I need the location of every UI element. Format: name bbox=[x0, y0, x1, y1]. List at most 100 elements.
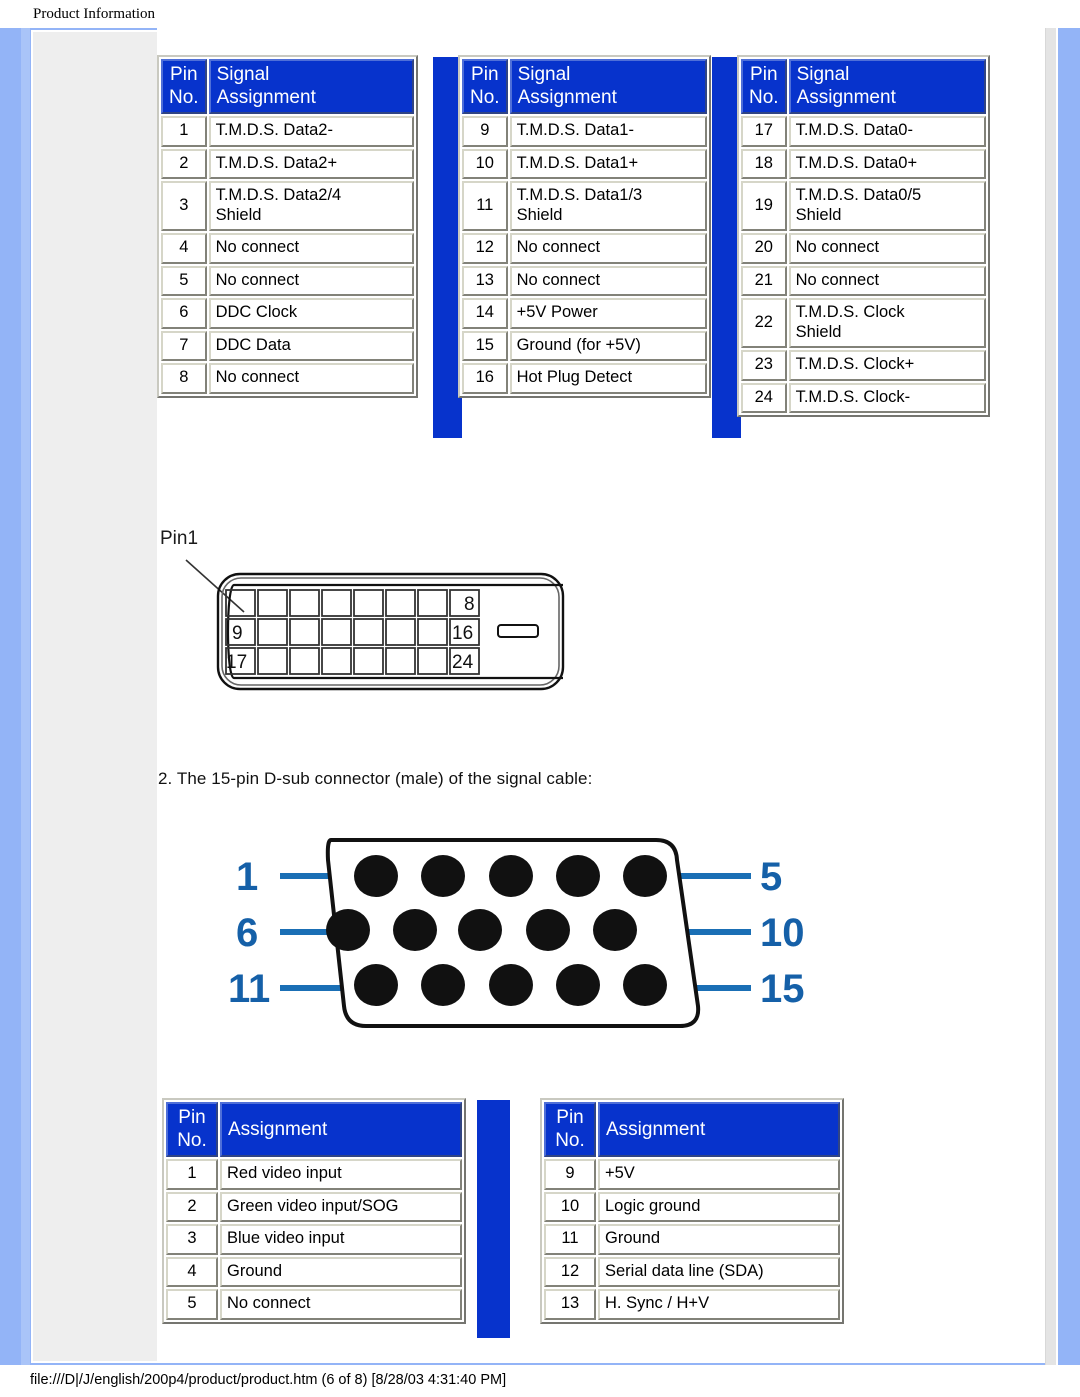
svg-text:9: 9 bbox=[232, 623, 243, 644]
page-header-title: Product Information bbox=[33, 6, 156, 22]
cell-signal-assignment: No connect bbox=[788, 233, 986, 264]
cell-pin-no: 11 bbox=[544, 1224, 596, 1255]
table-row: 2 Green video input/SOG bbox=[166, 1191, 462, 1223]
cell-pin-no: 11 bbox=[462, 181, 508, 232]
cell-pin-no: 20 bbox=[741, 233, 787, 264]
svg-text:11: 11 bbox=[228, 967, 270, 1011]
dvi-pin-table-col-2: Pin No. Signal Assignment 9 T.M.D.S. Data1- 10… bbox=[458, 55, 711, 398]
cell-pin-no: 23 bbox=[741, 350, 787, 381]
cell-pin-no: 7 bbox=[161, 330, 207, 362]
cell-signal-assignment: No connect bbox=[788, 265, 986, 297]
cell-pin-no: 4 bbox=[166, 1256, 218, 1288]
dvi-pin-table-col-3: Pin No. Signal Assignment 17 T.M.D.S. Data0- 1… bbox=[737, 55, 990, 418]
header-assignment: Assignment bbox=[598, 1102, 840, 1158]
cell-pin-no: 13 bbox=[462, 265, 508, 297]
cell-signal-assignment: T.M.D.S. Clock- bbox=[788, 382, 986, 414]
header-pin-no: Pin No. bbox=[741, 59, 787, 115]
header-pin-no: Pin No. bbox=[462, 59, 508, 115]
table-row: 3 T.M.D.S. Data2/4 Shield bbox=[161, 181, 414, 232]
cell-assignment: +5V bbox=[598, 1159, 840, 1190]
table-row: 15 Ground (for +5V) bbox=[462, 330, 707, 362]
dvi-table-2: Pin No. Signal Assignment 9 T.M.D.S. Data1- 10… bbox=[458, 55, 711, 398]
cell-pin-no: 9 bbox=[544, 1159, 596, 1190]
cell-signal-assignment: No connect bbox=[208, 265, 414, 297]
dvi-connector-svg: 8 9 16 17 24 bbox=[185, 559, 565, 691]
table-row: 4 Ground bbox=[166, 1256, 462, 1288]
table-row: 21 No connect bbox=[741, 265, 986, 297]
cell-signal-assignment: T.M.D.S. Clock+ bbox=[788, 350, 986, 381]
vertical-scrollbar[interactable] bbox=[1045, 28, 1058, 1365]
dsub-pin-table-col-2: Pin No. Assignment 9 +5V 10 Logic ground 11 Grou… bbox=[540, 1098, 844, 1324]
header-signal-assignment: Signal Assignment bbox=[509, 59, 707, 115]
cell-assignment: No connect bbox=[220, 1289, 462, 1320]
table-header-row: Pin No. Assignment bbox=[544, 1102, 840, 1158]
cell-assignment: Red video input bbox=[220, 1159, 462, 1190]
table-row: 9 T.M.D.S. Data1- bbox=[462, 116, 707, 147]
cell-pin-no: 5 bbox=[161, 265, 207, 297]
header-assignment: Assignment bbox=[220, 1102, 462, 1158]
table-row: 3 Blue video input bbox=[166, 1224, 462, 1255]
table-row: 2 T.M.D.S. Data2+ bbox=[161, 148, 414, 180]
table-row: 23 T.M.D.S. Clock+ bbox=[741, 350, 986, 381]
header-signal-assignment: Signal Assignment bbox=[788, 59, 986, 115]
table-row: 4 No connect bbox=[161, 233, 414, 264]
dsub-table-separator-bar bbox=[477, 1100, 510, 1338]
svg-text:16: 16 bbox=[452, 623, 473, 644]
table-row: 5 No connect bbox=[166, 1289, 462, 1320]
table-row: 10 T.M.D.S. Data1+ bbox=[462, 148, 707, 180]
cell-pin-no: 18 bbox=[741, 148, 787, 180]
dsub-table-2: Pin No. Assignment 9 +5V 10 Logic ground 11 Grou… bbox=[540, 1098, 844, 1324]
main-content: Pin No. Signal Assignment 1 T.M.D.S. Data2- 2 T… bbox=[157, 0, 1045, 1338]
cell-assignment: Blue video input bbox=[220, 1224, 462, 1255]
cell-signal-assignment: No connect bbox=[509, 233, 707, 264]
svg-text:24: 24 bbox=[452, 652, 474, 673]
cell-signal-assignment: T.M.D.S. Data1- bbox=[509, 116, 707, 147]
cell-pin-no: 12 bbox=[544, 1256, 596, 1288]
table-row: 1 T.M.D.S. Data2- bbox=[161, 116, 414, 147]
cell-pin-no: 9 bbox=[462, 116, 508, 147]
cell-assignment: Serial data line (SDA) bbox=[598, 1256, 840, 1288]
table-row: 13 No connect bbox=[462, 265, 707, 297]
header-signal-assignment: Signal Assignment bbox=[208, 59, 414, 115]
cell-assignment: H. Sync / H+V bbox=[598, 1289, 840, 1320]
table-row: 20 No connect bbox=[741, 233, 986, 264]
cell-signal-assignment: T.M.D.S. Data2- bbox=[208, 116, 414, 147]
cell-signal-assignment: T.M.D.S. Data0- bbox=[788, 116, 986, 147]
cell-signal-assignment: Hot Plug Detect bbox=[509, 363, 707, 394]
table-header-row: Pin No. Signal Assignment bbox=[161, 59, 414, 115]
cell-pin-no: 2 bbox=[166, 1191, 218, 1223]
table-row: 13 H. Sync / H+V bbox=[544, 1289, 840, 1320]
frame-accent-strip bbox=[21, 28, 30, 1365]
table-row: 10 Logic ground bbox=[544, 1191, 840, 1223]
dsub-connector-diagram: 1 5 6 10 11 15 bbox=[228, 818, 838, 1048]
cell-pin-no: 5 bbox=[166, 1289, 218, 1320]
cell-signal-assignment: T.M.D.S. Clock Shield bbox=[788, 298, 986, 349]
cell-pin-no: 24 bbox=[741, 382, 787, 414]
cell-signal-assignment: T.M.D.S. Data0+ bbox=[788, 148, 986, 180]
table-row: 12 Serial data line (SDA) bbox=[544, 1256, 840, 1288]
table-header-row: Pin No. Assignment bbox=[166, 1102, 462, 1158]
dvi-pin1-label: Pin1 bbox=[160, 528, 199, 549]
cell-pin-no: 17 bbox=[741, 116, 787, 147]
cell-signal-assignment: +5V Power bbox=[509, 298, 707, 329]
dvi-table-1: Pin No. Signal Assignment 1 T.M.D.S. Data2- 2 T… bbox=[157, 55, 418, 398]
cell-signal-assignment: No connect bbox=[208, 363, 414, 394]
table-row: 12 No connect bbox=[462, 233, 707, 264]
cell-signal-assignment: T.M.D.S. Data0/5 Shield bbox=[788, 181, 986, 232]
table-row: 11 Ground bbox=[544, 1224, 840, 1255]
table-row: 1 Red video input bbox=[166, 1159, 462, 1190]
table-row: 14 +5V Power bbox=[462, 298, 707, 329]
svg-text:8: 8 bbox=[464, 594, 475, 615]
cell-pin-no: 21 bbox=[741, 265, 787, 297]
cell-pin-no: 3 bbox=[161, 181, 207, 232]
cell-pin-no: 16 bbox=[462, 363, 508, 394]
cell-pin-no: 19 bbox=[741, 181, 787, 232]
dsub-pin-table-col-1: Pin No. Assignment 1 Red video input 2 Green v… bbox=[162, 1098, 466, 1324]
svg-text:6: 6 bbox=[236, 911, 258, 955]
dvi-pin-table-col-1: Pin No. Signal Assignment 1 T.M.D.S. Data2- 2 T… bbox=[157, 55, 418, 398]
cell-pin-no: 13 bbox=[544, 1289, 596, 1320]
svg-text:1: 1 bbox=[236, 855, 258, 899]
cell-assignment: Ground bbox=[220, 1256, 462, 1288]
svg-text:10: 10 bbox=[760, 911, 805, 955]
cell-pin-no: 14 bbox=[462, 298, 508, 329]
